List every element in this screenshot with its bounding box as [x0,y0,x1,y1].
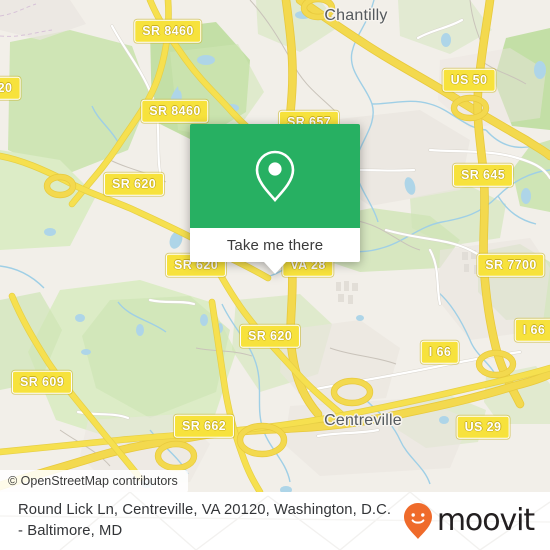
road-shield-sr645: SR 645 [452,163,514,187]
map-canvas[interactable]: .green { fill:#cfe5b5; } .green2 { fill:… [0,0,550,492]
popup-header [190,124,360,228]
location-title-line1: Round Lick Ln, Centreville, VA 20120, Wa… [18,502,357,518]
road-shield-i66-west: I 66 [420,340,460,364]
footer-bar: Round Lick Ln, Centreville, VA 20120, Wa… [0,492,550,550]
road-shield-sr609: SR 609 [11,370,73,394]
location-title: Round Lick Ln, Centreville, VA 20120, Wa… [18,500,398,542]
map-screenshot: .green { fill:#cfe5b5; } .green2 { fill:… [0,0,550,550]
road-shield-sr8460-south: SR 8460 [141,99,209,123]
road-shield-us29: US 29 [456,415,510,439]
road-shield-sr620-edge: 20 [0,76,21,100]
location-popup-card[interactable]: Take me there [190,124,360,274]
road-shield-us50: US 50 [442,68,496,92]
moovit-brand[interactable]: moovit [403,502,535,540]
road-shield-sr662: SR 662 [173,414,235,438]
popup-pointer-tail [264,262,286,274]
road-shield-sr8460-north: SR 8460 [134,19,202,43]
road-shield-sr620-west: SR 620 [103,172,165,196]
osm-attribution[interactable]: © OpenStreetMap contributors [0,470,188,492]
road-shield-i66-east: I 66 [514,318,550,342]
road-shield-sr7700: SR 7700 [477,253,545,277]
take-me-there-label: Take me there [226,236,324,254]
map-pin-icon [255,150,295,203]
moovit-wordmark: moovit [436,503,535,538]
road-shield-sr620-south: SR 620 [239,324,301,348]
popup-cta-row[interactable]: Take me there [190,228,360,262]
moovit-pin-icon [403,503,432,539]
